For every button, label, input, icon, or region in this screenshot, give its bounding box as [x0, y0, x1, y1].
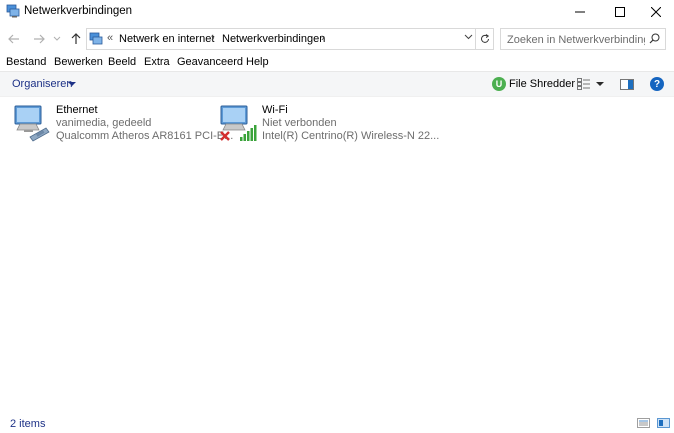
network-connections-icon	[89, 32, 103, 45]
ethernet-adapter-icon	[14, 105, 50, 142]
chevron-down-icon	[53, 36, 61, 41]
navigation-bar: « Netwerk en internet › Netwerkverbindin…	[0, 26, 674, 52]
breadcrumb-overflow[interactable]: «	[107, 32, 113, 44]
connection-name: Wi-Fi	[262, 104, 288, 116]
address-bar[interactable]: « Netwerk en internet › Netwerkverbindin…	[86, 28, 476, 50]
network-connections-icon	[6, 4, 20, 18]
menu-extra[interactable]: Extra	[144, 56, 170, 68]
breadcrumb-separator[interactable]: ›	[211, 32, 215, 44]
refresh-button[interactable]	[476, 28, 494, 50]
wifi-adapter-icon	[220, 105, 257, 141]
change-view-icon[interactable]	[577, 78, 591, 90]
recent-locations-button[interactable]	[48, 29, 66, 49]
connection-device: Qualcomm Atheros AR8161 PCI-E...	[56, 130, 234, 142]
refresh-icon	[480, 34, 489, 43]
up-button[interactable]	[67, 29, 85, 49]
file-shredder-button[interactable]: File Shredder	[509, 78, 575, 90]
tiles-view-icon[interactable]	[657, 418, 670, 428]
disconnected-icon	[220, 131, 230, 141]
maximize-icon	[615, 7, 625, 17]
chevron-down-icon[interactable]	[464, 34, 473, 40]
minimize-icon	[575, 11, 585, 13]
search-input[interactable]	[507, 32, 645, 47]
up-arrow-icon	[71, 33, 81, 44]
search-box[interactable]	[500, 28, 666, 50]
chevron-down-icon[interactable]	[596, 82, 604, 86]
connection-item-ethernet[interactable]: Ethernet vanimedia, gedeeld Qualcomm Ath…	[12, 101, 233, 143]
menu-bar: Bestand Bewerken Beeld Extra Geavanceerd…	[0, 54, 674, 71]
connection-name: Ethernet	[56, 104, 98, 116]
menu-geavanceerd[interactable]: Geavanceerd	[177, 56, 243, 68]
menu-bestand[interactable]: Bestand	[6, 56, 46, 68]
back-arrow-icon	[8, 34, 19, 44]
menu-beeld[interactable]: Beeld	[108, 56, 136, 68]
connection-status: vanimedia, gedeeld	[56, 117, 152, 129]
connection-device: Intel(R) Centrino(R) Wireless-N 22...	[262, 130, 440, 142]
breadcrumb-netwerkverbindingen[interactable]: Netwerkverbindingen	[222, 33, 325, 45]
connections-list: Ethernet vanimedia, gedeeld Qualcomm Ath…	[0, 97, 674, 410]
status-bar: 2 items	[0, 410, 674, 433]
menu-help[interactable]: Help	[246, 56, 269, 68]
file-shredder-icon[interactable]: U	[492, 77, 506, 91]
title-bar: Netwerkverbindingen	[0, 0, 674, 24]
details-view-icon[interactable]	[637, 418, 650, 428]
help-icon[interactable]: ?	[650, 77, 664, 91]
forward-arrow-icon	[34, 34, 45, 44]
forward-button[interactable]	[30, 29, 48, 49]
back-button[interactable]	[5, 29, 23, 49]
menu-bewerken[interactable]: Bewerken	[54, 56, 103, 68]
minimize-button[interactable]	[560, 0, 600, 24]
chevron-down-icon[interactable]	[68, 82, 76, 86]
item-count: 2 items	[10, 418, 46, 430]
organise-button[interactable]: Organiseren	[12, 78, 73, 90]
search-icon[interactable]	[649, 33, 660, 44]
window-title: Netwerkverbindingen	[24, 5, 133, 17]
breadcrumb-separator[interactable]: ›	[321, 32, 325, 44]
close-icon	[651, 7, 661, 17]
connection-status: Niet verbonden	[262, 117, 337, 129]
close-button[interactable]	[636, 0, 674, 24]
maximize-button[interactable]	[600, 0, 640, 24]
preview-pane-icon[interactable]	[620, 79, 634, 90]
breadcrumb-netwerk-en-internet[interactable]: Netwerk en internet	[119, 33, 214, 45]
command-bar: Organiseren U File Shredder ?	[0, 71, 674, 97]
connection-item-wifi[interactable]: Wi-Fi Niet verbonden Intel(R) Centrino(R…	[218, 101, 439, 143]
